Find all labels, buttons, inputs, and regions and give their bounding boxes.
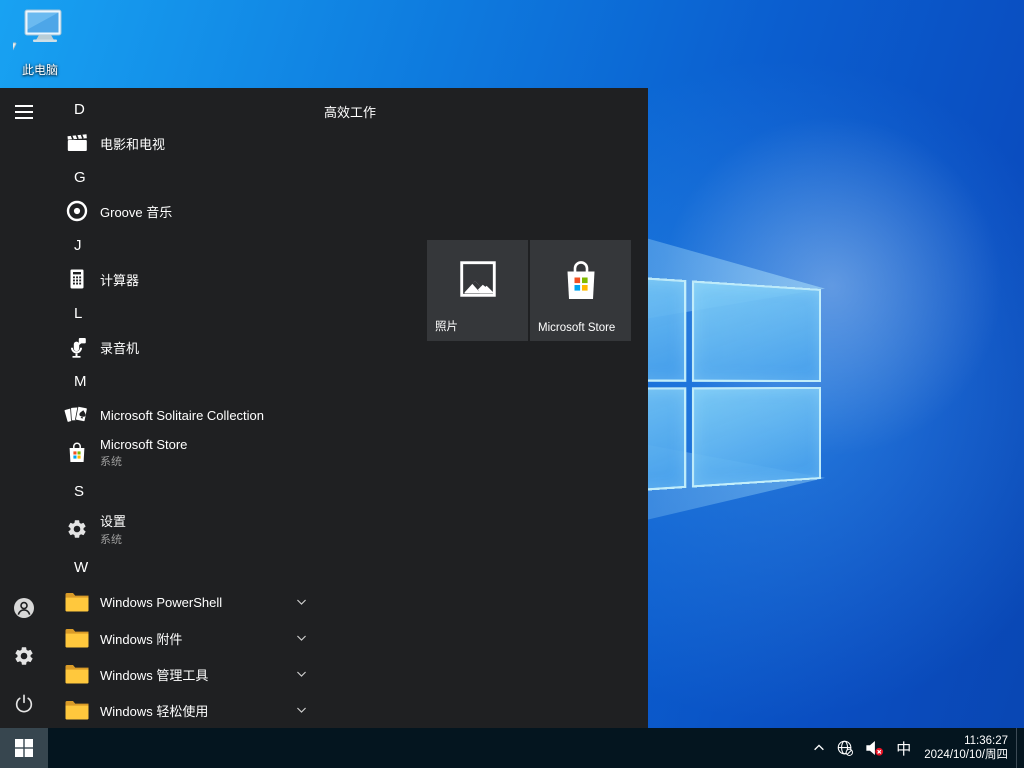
rail-spacer: [0, 136, 48, 584]
computer-icon: [13, 41, 67, 58]
app-item-label: Windows 轻松使用: [100, 701, 208, 720]
app-item-label: 计算器: [100, 270, 139, 289]
app-item-label: Windows 附件: [100, 629, 182, 648]
settings-gear-icon: [64, 516, 90, 542]
desktop-screen: 此电脑 D 电影和电视 G Groove 音乐 J 计算器 L 录音机 M Microsoft S…: [0, 0, 1024, 768]
app-item-sublabel: 系统: [100, 453, 187, 469]
app-list-item[interactable]: Microsoft Solitaire Collection: [48, 398, 360, 432]
taskbar: 中 11:36:27 2024/10/10/周四: [0, 728, 1024, 768]
tile-label: 照片: [427, 318, 528, 341]
ime-indicator[interactable]: 中: [889, 738, 918, 759]
app-list-item[interactable]: Groove 音乐: [48, 194, 360, 228]
start-menu-rail: [0, 88, 48, 728]
folder-icon: [64, 661, 90, 687]
movies-tv-icon: [64, 130, 90, 156]
clock-time: 11:36:27: [924, 734, 1008, 748]
app-list-item[interactable]: 录音机: [48, 330, 360, 364]
tile-label: Microsoft Store: [530, 322, 631, 341]
app-list: D 电影和电视 G Groove 音乐 J 计算器 L 录音机 M Microsoft Solit…: [48, 92, 360, 728]
section-letter-J[interactable]: J: [48, 228, 360, 262]
system-tray: 中 11:36:27 2024/10/10/周四: [807, 728, 1024, 768]
section-letter-G[interactable]: G: [48, 160, 360, 194]
app-list-item[interactable]: Microsoft Store系统: [48, 432, 360, 474]
start-menu: D 电影和电视 G Groove 音乐 J 计算器 L 录音机 M Microsoft Solit…: [0, 88, 648, 728]
app-item-label: Groove 音乐: [100, 202, 172, 221]
this-pc-label: 此电脑: [8, 61, 72, 78]
app-item-label: 电影和电视: [100, 134, 165, 153]
groove-music-icon: [64, 198, 90, 224]
start-button[interactable]: [0, 728, 48, 768]
app-item-label: Windows PowerShell: [100, 595, 222, 610]
chevron-down-icon[interactable]: [295, 704, 308, 717]
calculator-icon: [64, 266, 90, 292]
microsoft-store-tile-icon: [530, 240, 631, 322]
app-item-label: Microsoft Solitaire Collection: [100, 408, 264, 423]
network-globe-offline-icon[interactable]: [831, 728, 859, 768]
chevron-down-icon[interactable]: [295, 596, 308, 609]
folder-icon: [64, 625, 90, 651]
section-letter-L[interactable]: L: [48, 296, 360, 330]
folder-icon: [64, 697, 90, 723]
app-list-item[interactable]: Windows 轻松使用: [48, 692, 360, 728]
clock-date: 2024/10/10/周四: [924, 748, 1008, 762]
app-list-item[interactable]: 电影和电视: [48, 126, 360, 160]
app-list-item[interactable]: Windows 附件: [48, 620, 360, 656]
start-tile-store[interactable]: Microsoft Store: [530, 240, 631, 341]
this-pc-desktop-icon[interactable]: 此电脑: [8, 8, 72, 78]
user-icon[interactable]: [0, 584, 48, 632]
app-list-item[interactable]: 计算器: [48, 262, 360, 296]
microsoft-store-icon: [64, 440, 90, 466]
app-list-item[interactable]: 设置系统: [48, 508, 360, 550]
section-letter-W[interactable]: W: [48, 550, 360, 584]
app-item-label: Windows 管理工具: [100, 665, 208, 684]
settings-gear-icon[interactable]: [0, 632, 48, 680]
chevron-up-icon[interactable]: [807, 728, 831, 768]
voice-recorder-icon: [64, 334, 90, 360]
chevron-down-icon[interactable]: [295, 668, 308, 681]
app-list-item[interactable]: Windows 管理工具: [48, 656, 360, 692]
taskbar-clock[interactable]: 11:36:27 2024/10/10/周四: [918, 734, 1016, 762]
folder-icon: [64, 589, 90, 615]
show-desktop-button[interactable]: [1016, 728, 1024, 768]
app-item-label: Microsoft Store: [100, 437, 187, 452]
section-letter-M[interactable]: M: [48, 364, 360, 398]
solitaire-icon: [64, 402, 90, 428]
tile-group-header[interactable]: 高效工作: [324, 102, 376, 121]
start-tile-photos[interactable]: 照片: [427, 240, 528, 341]
hamburger-icon[interactable]: [0, 88, 48, 136]
chevron-down-icon[interactable]: [295, 632, 308, 645]
section-letter-S[interactable]: S: [48, 474, 360, 508]
power-icon[interactable]: [0, 680, 48, 728]
photos-icon: [427, 240, 528, 318]
app-item-sublabel: 系统: [100, 531, 126, 547]
app-list-item[interactable]: Windows PowerShell: [48, 584, 360, 620]
app-item-label: 设置: [100, 511, 126, 530]
section-letter-D[interactable]: D: [48, 92, 360, 126]
volume-muted-icon[interactable]: [859, 728, 889, 768]
app-item-label: 录音机: [100, 338, 139, 357]
